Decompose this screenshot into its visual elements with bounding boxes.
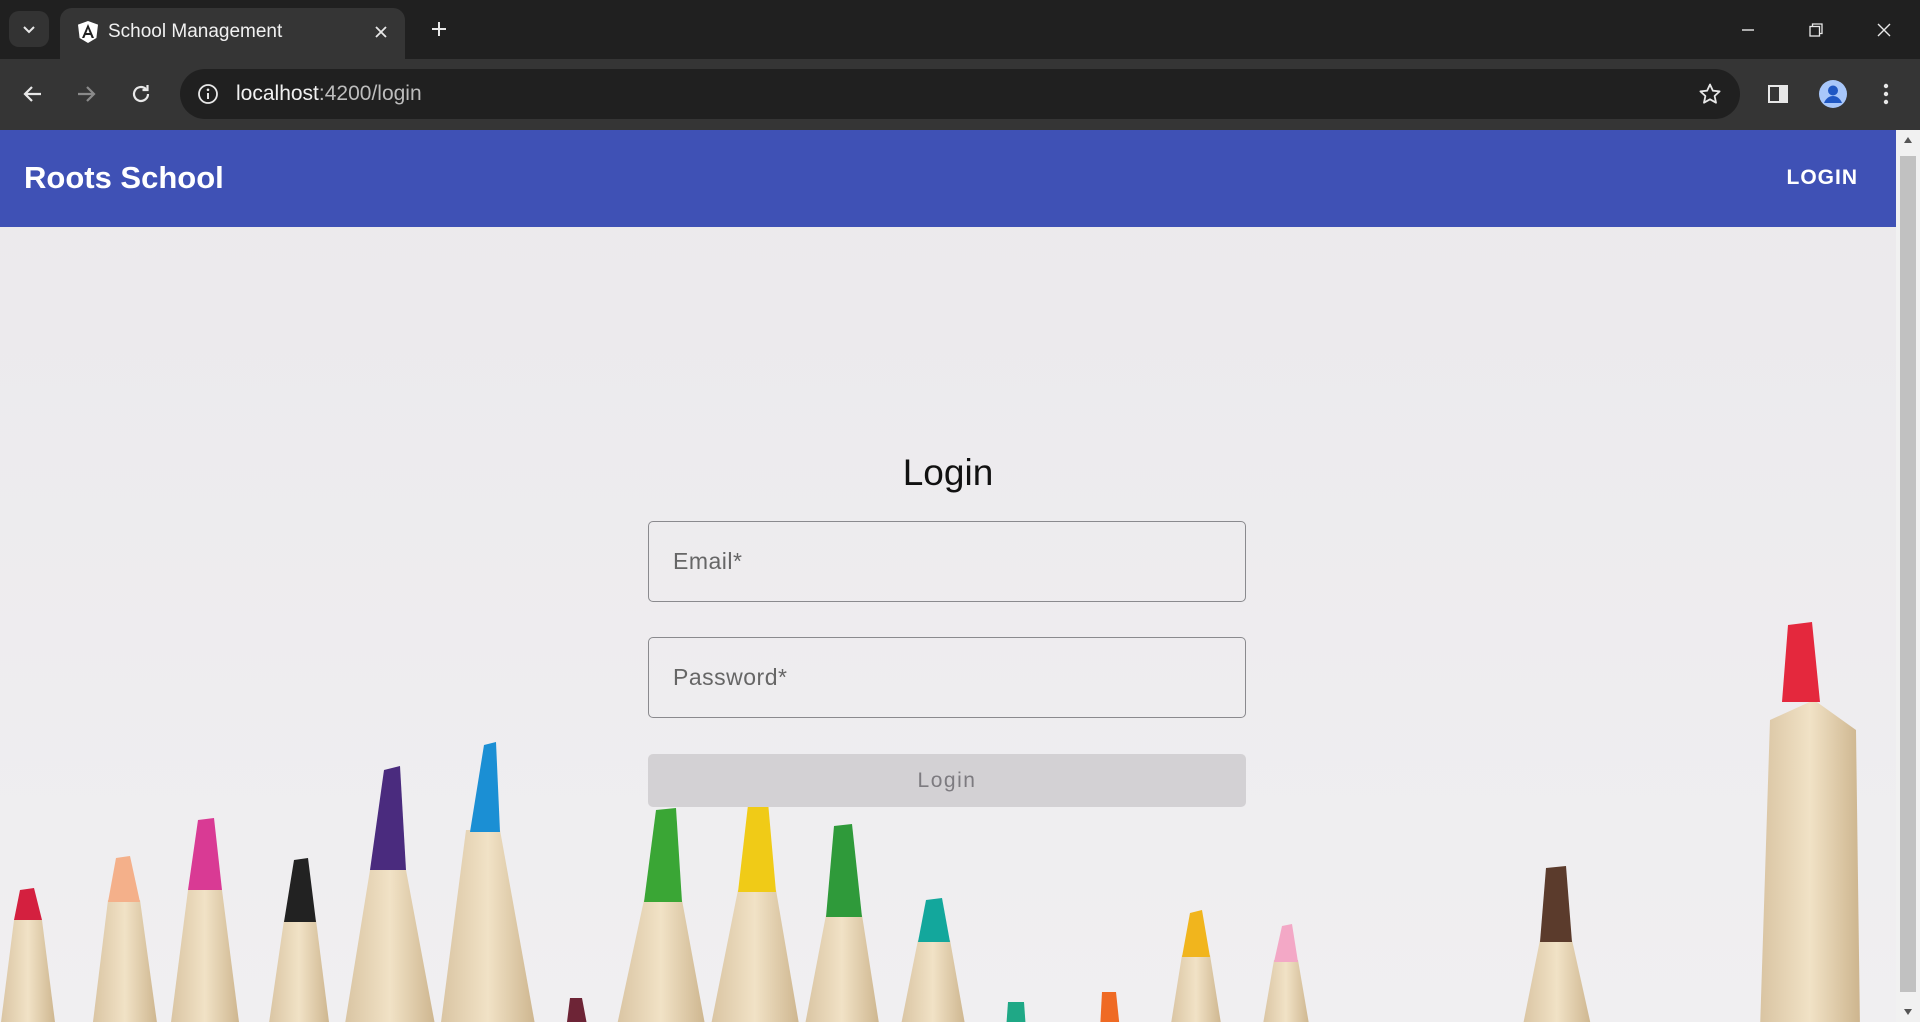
header-login-button[interactable]: LOGIN: [1779, 158, 1867, 198]
forward-icon: [78, 86, 96, 102]
browser-tab[interactable]: School Management: [60, 8, 405, 59]
scroll-down-button[interactable]: [1896, 1002, 1920, 1022]
login-title: Login: [902, 452, 994, 493]
app-header: Roots School LOGIN: [0, 130, 1896, 227]
browser-tab-strip: School Management: [0, 0, 1920, 59]
restore-icon: [1809, 22, 1823, 37]
tab-close-button[interactable]: [369, 20, 393, 44]
star-icon: [1699, 83, 1721, 104]
arrow-up-icon: [1904, 137, 1912, 143]
profile-button[interactable]: [1813, 74, 1853, 114]
reload-icon: [132, 85, 150, 103]
password-input[interactable]: [649, 638, 1245, 717]
url-text: localhost:4200/login: [236, 82, 422, 105]
reload-button[interactable]: [121, 74, 161, 114]
chevron-down-icon: [23, 26, 35, 34]
side-panel-button[interactable]: [1758, 74, 1798, 114]
forward-button[interactable]: [66, 74, 106, 114]
close-window-icon: [1877, 23, 1891, 36]
brand-title[interactable]: Roots School: [24, 160, 224, 196]
profile-avatar-icon: [1819, 80, 1847, 108]
email-input[interactable]: [649, 522, 1245, 601]
tab-title: School Management: [108, 21, 283, 42]
address-bar[interactable]: localhost:4200/login: [180, 69, 1740, 119]
restore-window-button[interactable]: [1782, 0, 1850, 59]
more-menu-icon: [1883, 83, 1889, 105]
bookmark-button[interactable]: [1694, 78, 1726, 110]
scroll-up-button[interactable]: [1896, 130, 1920, 150]
close-window-button[interactable]: [1850, 0, 1918, 59]
more-menu-button[interactable]: [1866, 74, 1906, 114]
back-icon: [23, 86, 41, 102]
browser-toolbar: localhost:4200/login: [0, 59, 1920, 130]
angular-logo-icon: [78, 21, 98, 43]
new-tab-button[interactable]: [424, 14, 454, 44]
email-field[interactable]: [648, 521, 1246, 602]
scroll-thumb[interactable]: [1900, 156, 1916, 992]
back-button[interactable]: [13, 74, 53, 114]
minimize-window-button[interactable]: [1714, 0, 1782, 59]
site-info-icon: [198, 84, 218, 104]
page-viewport: Roots School LOGIN Login Login: [0, 130, 1896, 1022]
tab-search-button[interactable]: [9, 11, 49, 47]
site-info-button[interactable]: [192, 78, 224, 110]
arrow-down-icon: [1904, 1009, 1912, 1015]
password-field[interactable]: [648, 637, 1246, 718]
side-panel-icon: [1768, 85, 1788, 103]
page-scrollbar[interactable]: [1896, 130, 1920, 1022]
pencil-teal-small: [1006, 1002, 1026, 1022]
login-submit-button[interactable]: Login: [648, 754, 1246, 807]
close-icon: [375, 26, 387, 38]
minimize-icon: [1742, 28, 1754, 31]
plus-icon: [432, 22, 446, 36]
